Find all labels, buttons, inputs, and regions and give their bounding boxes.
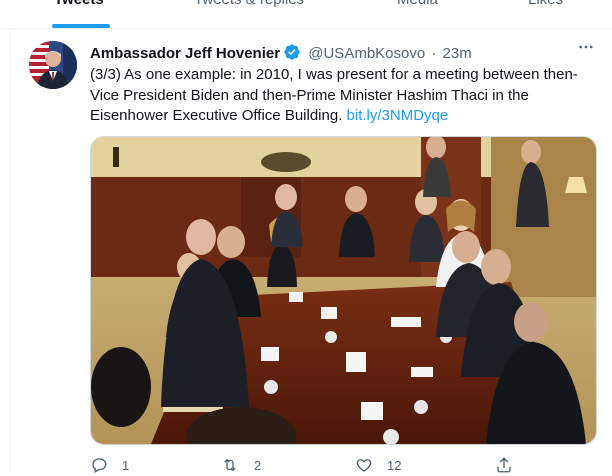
like-icon [356,459,372,472]
more-options-icon[interactable] [576,38,596,58]
separator: · [431,45,437,62]
reply-icon [92,458,107,473]
verified-badge-icon [283,43,301,65]
tab-media[interactable]: Media [397,0,438,8]
retweet-button[interactable]: 2 [220,456,261,474]
profile-tabs: Tweets Tweets & replies Media Likes [0,0,612,29]
tweet-photo[interactable] [90,136,597,445]
tab-tweets-and-replies[interactable]: Tweets & replies [194,0,304,8]
like-count: 12 [387,457,402,473]
tweet[interactable]: Ambassador Jeff Hovenier @USAmbKosovo · … [10,28,612,473]
meeting-photo-image [91,137,596,444]
tweet-actions: 1 2 12 [90,456,600,476]
reply-button[interactable]: 1 [90,456,129,474]
user-handle[interactable]: @USAmbKosovo [308,45,425,62]
avatar-image [29,41,77,89]
share-icon [497,457,511,473]
retweet-count: 2 [254,457,262,473]
timestamp[interactable]: 23m [443,45,472,62]
display-name[interactable]: Ambassador Jeff Hovenier [90,45,280,62]
retweet-icon [224,458,236,472]
like-button[interactable]: 12 [355,456,401,474]
tweet-header: Ambassador Jeff Hovenier @USAmbKosovo · … [90,43,472,65]
tweet-text: (3/3) As one example: in 2010, I was pre… [90,65,600,127]
tweet-link[interactable]: bit.ly/3NMDyqe [347,107,449,124]
tab-tweets[interactable]: Tweets [54,0,104,8]
reply-count: 1 [122,457,130,473]
share-button[interactable] [495,456,513,474]
tab-likes[interactable]: Likes [528,0,563,8]
tweet-body: (3/3) As one example: in 2010, I was pre… [90,66,578,124]
avatar[interactable] [29,41,77,89]
